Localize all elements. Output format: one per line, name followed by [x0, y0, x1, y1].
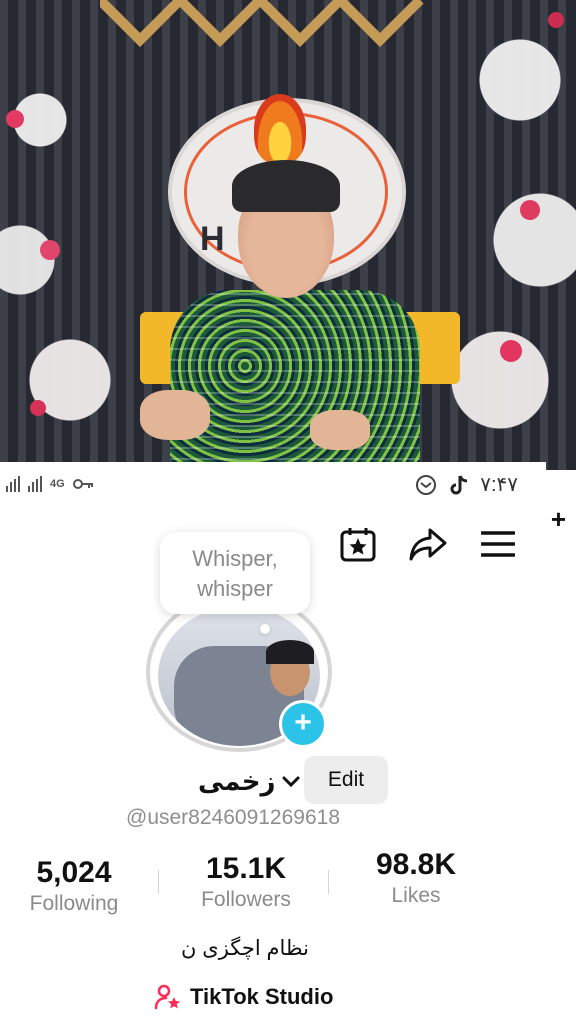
video-preview: H LA: [0, 0, 576, 470]
stat-divider: [158, 870, 159, 894]
profile-header-actions: [338, 524, 518, 564]
edit-profile-button[interactable]: Edit: [304, 756, 388, 804]
status-bar: 4G ۷:۴۷: [0, 462, 546, 506]
calendar-star-icon[interactable]: [338, 524, 378, 564]
share-icon[interactable]: [408, 524, 448, 564]
signal-icon: [6, 476, 20, 492]
person-shirt: [170, 290, 420, 470]
following-count: 5,024: [36, 856, 112, 889]
following-label: Following: [29, 892, 119, 915]
person-cap: [232, 160, 340, 212]
stat-followers[interactable]: 15.1K Followers: [192, 852, 300, 912]
stat-divider: [328, 870, 329, 894]
network-label: 4G: [50, 478, 65, 490]
username-switcher[interactable]: زخمی: [198, 766, 301, 797]
signal-icon-2: [28, 476, 42, 492]
note-bubble[interactable]: Whisper, whisper: [160, 532, 310, 634]
display-name: زخمی: [198, 766, 276, 796]
likes-label: Likes: [391, 884, 441, 907]
user-handle: @user8246091269618: [126, 806, 340, 829]
likes-count: 98.8K: [375, 848, 457, 881]
followers-count: 15.1K: [205, 852, 287, 885]
add-story-button[interactable]: +: [279, 700, 327, 748]
studio-label: TikTok Studio: [190, 984, 334, 1009]
menu-icon[interactable]: [478, 524, 518, 564]
stat-likes[interactable]: 98.8K Likes: [362, 848, 470, 908]
note-text-line2: whisper: [197, 576, 273, 601]
followers-label: Followers: [201, 888, 291, 911]
chevron-down-icon: [282, 776, 300, 787]
stat-following[interactable]: 5,024 Following: [22, 856, 126, 916]
key-icon: [72, 479, 93, 489]
decorative-zigzag: [100, 0, 424, 48]
compass-icon: [416, 474, 437, 495]
side-plus-icon[interactable]: +: [551, 504, 566, 535]
clock: ۷:۴۷: [480, 474, 518, 496]
note-text-line1: Whisper,: [192, 546, 278, 571]
tiktok-icon: [450, 474, 468, 494]
bio-text: نظام اچگزی ن: [181, 937, 309, 960]
studio-person-star-icon: [154, 984, 180, 1010]
tiktok-studio-link[interactable]: TikTok Studio: [154, 984, 333, 1010]
note-tail: [260, 624, 270, 634]
